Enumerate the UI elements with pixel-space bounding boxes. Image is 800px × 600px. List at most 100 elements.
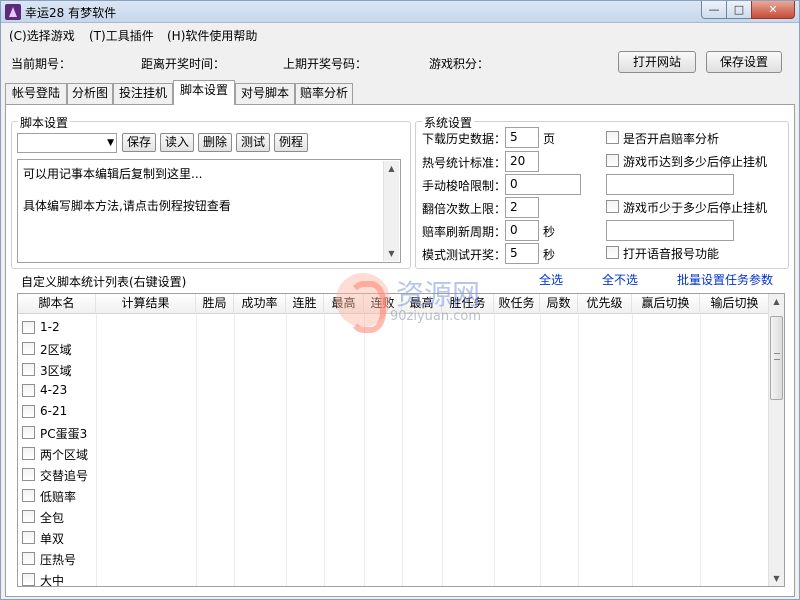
row-checkbox[interactable] xyxy=(22,321,35,334)
download-history-input[interactable]: 5 xyxy=(505,127,539,148)
download-history-unit: 页 xyxy=(543,132,556,146)
row-checkbox[interactable] xyxy=(22,489,35,502)
voice-report-label: 打开语音报号功能 xyxy=(623,247,720,261)
minimize-button[interactable]: — xyxy=(701,1,727,19)
scroll-down-icon[interactable]: ▼ xyxy=(384,246,399,261)
table-row[interactable]: 6-21 xyxy=(18,401,770,422)
tab-analysis-chart[interactable]: 分析图 xyxy=(67,83,113,104)
save-settings-button[interactable]: 保存设置 xyxy=(706,51,782,73)
script-name: 大中 xyxy=(40,574,65,587)
table-row[interactable]: PC蛋蛋3 xyxy=(18,422,770,443)
hot-number-input[interactable]: 20 xyxy=(505,151,539,172)
column-header[interactable]: 计算结果 xyxy=(96,294,196,314)
menu-select-game[interactable]: (C)选择游戏 xyxy=(9,27,75,44)
editor-scrollbar[interactable]: ▲ ▼ xyxy=(383,161,399,261)
column-header[interactable]: 连败 xyxy=(364,294,402,314)
row-checkbox[interactable] xyxy=(22,510,35,523)
tab-account-login[interactable]: 帐号登陆 xyxy=(5,83,67,104)
select-all-link[interactable]: 全选 xyxy=(539,271,563,288)
column-header[interactable]: 连胜 xyxy=(286,294,324,314)
row-checkbox[interactable] xyxy=(22,384,35,397)
download-history-label: 下载历史数据： xyxy=(422,132,507,146)
row-checkbox[interactable] xyxy=(22,468,35,481)
table-row[interactable]: 压热号 xyxy=(18,548,770,569)
tab-auto-betting[interactable]: 投注挂机 xyxy=(113,83,173,104)
menu-tools-plugins[interactable]: (T)工具插件 xyxy=(89,27,154,44)
column-header[interactable]: 赢后切换 xyxy=(632,294,700,314)
column-header[interactable]: 输后切换 xyxy=(700,294,770,314)
row-checkbox[interactable] xyxy=(22,342,35,355)
table-header: 脚本名 计算结果 胜局 成功率 连胜 最高 连败 最高 胜任务 败任务 局数 优… xyxy=(18,294,770,314)
voice-report-checkbox[interactable] xyxy=(606,246,619,259)
table-row[interactable]: 两个区域 xyxy=(18,443,770,464)
table-row[interactable]: 全包 xyxy=(18,506,770,527)
batch-task-params-link[interactable]: 批量设置任务参数 xyxy=(677,271,773,288)
open-website-button[interactable]: 打开网站 xyxy=(618,51,696,73)
stop-when-reach-input[interactable] xyxy=(606,174,734,195)
script-save-button[interactable]: 保存 xyxy=(122,133,156,152)
scroll-down-icon[interactable]: ▼ xyxy=(769,571,784,586)
row-checkbox[interactable] xyxy=(22,363,35,376)
table-row[interactable]: 1-2 xyxy=(18,317,770,338)
table-row[interactable]: 4-23 xyxy=(18,380,770,401)
script-delete-button[interactable]: 删除 xyxy=(198,133,232,152)
select-none-link[interactable]: 全不选 xyxy=(602,271,638,288)
stop-when-below-checkbox[interactable] xyxy=(606,200,619,213)
script-select[interactable]: ▼ xyxy=(17,133,117,153)
hot-number-label: 热号统计标准： xyxy=(422,156,507,170)
row-checkbox[interactable] xyxy=(22,552,35,565)
table-row[interactable]: 低赔率 xyxy=(18,485,770,506)
row-checkbox[interactable] xyxy=(22,426,35,439)
script-name: 交替追号 xyxy=(40,469,89,483)
script-name: 全包 xyxy=(40,511,65,525)
window-title: 幸运28 有梦软件 xyxy=(25,6,117,20)
double-limit-label: 翻倍次数上限： xyxy=(422,202,507,216)
double-limit-input[interactable]: 2 xyxy=(505,197,539,218)
column-header[interactable]: 脚本名 xyxy=(18,294,96,314)
column-header[interactable]: 局数 xyxy=(540,294,578,314)
scroll-up-icon[interactable]: ▲ xyxy=(769,294,784,309)
table-row[interactable]: 交替追号 xyxy=(18,464,770,485)
tab-odds-analysis[interactable]: 赔率分析 xyxy=(295,83,353,104)
allin-limit-input[interactable]: 0 xyxy=(505,174,581,195)
stop-when-reach-checkbox[interactable] xyxy=(606,154,619,167)
script-settings-title: 脚本设置 xyxy=(18,114,71,131)
scroll-thumb[interactable] xyxy=(770,316,783,400)
odds-analysis-checkbox[interactable] xyxy=(606,131,619,144)
tab-script-settings[interactable]: 脚本设置 xyxy=(173,80,235,105)
script-load-button[interactable]: 读入 xyxy=(160,133,194,152)
menu-help[interactable]: (H)软件使用帮助 xyxy=(167,27,257,44)
column-header[interactable]: 优先级 xyxy=(578,294,632,314)
row-checkbox[interactable] xyxy=(22,573,35,586)
column-header[interactable]: 败任务 xyxy=(494,294,540,314)
scroll-up-icon[interactable]: ▲ xyxy=(384,161,399,176)
tab-match-script[interactable]: 对号脚本 xyxy=(235,83,295,104)
table-row[interactable]: 3区域 xyxy=(18,359,770,380)
script-stats-table[interactable]: 脚本名 计算结果 胜局 成功率 连胜 最高 连败 最高 胜任务 败任务 局数 优… xyxy=(17,293,785,587)
script-test-button[interactable]: 测试 xyxy=(236,133,270,152)
table-row[interactable]: 单双 xyxy=(18,527,770,548)
editor-line: 可以用记事本编辑后复制到这里... xyxy=(23,167,203,181)
row-checkbox[interactable] xyxy=(22,531,35,544)
column-header[interactable]: 最高 xyxy=(324,294,364,314)
script-example-button[interactable]: 例程 xyxy=(274,133,308,152)
column-header[interactable]: 胜局 xyxy=(196,294,234,314)
script-name: 单双 xyxy=(40,532,65,546)
script-name: 3区域 xyxy=(40,364,72,378)
close-button[interactable]: ✕ xyxy=(751,1,795,19)
table-row[interactable]: 2区域 xyxy=(18,338,770,359)
table-scrollbar[interactable]: ▲ ▼ xyxy=(768,294,784,586)
table-row[interactable]: 大中 xyxy=(18,569,770,587)
odds-refresh-input[interactable]: 0 xyxy=(505,220,539,241)
row-checkbox[interactable] xyxy=(22,447,35,460)
row-checkbox[interactable] xyxy=(22,405,35,418)
maximize-button[interactable]: □ xyxy=(726,1,752,19)
column-header[interactable]: 成功率 xyxy=(234,294,286,314)
app-icon xyxy=(5,4,21,20)
test-draw-input[interactable]: 5 xyxy=(505,243,539,264)
column-header[interactable]: 胜任务 xyxy=(442,294,494,314)
stop-when-below-input[interactable] xyxy=(606,220,734,241)
column-header[interactable]: 最高 xyxy=(402,294,442,314)
script-editor[interactable]: 可以用记事本编辑后复制到这里... 具体编写脚本方法,请点击例程按钮查看 ▲ ▼ xyxy=(17,159,401,263)
script-name: 两个区域 xyxy=(40,448,89,462)
